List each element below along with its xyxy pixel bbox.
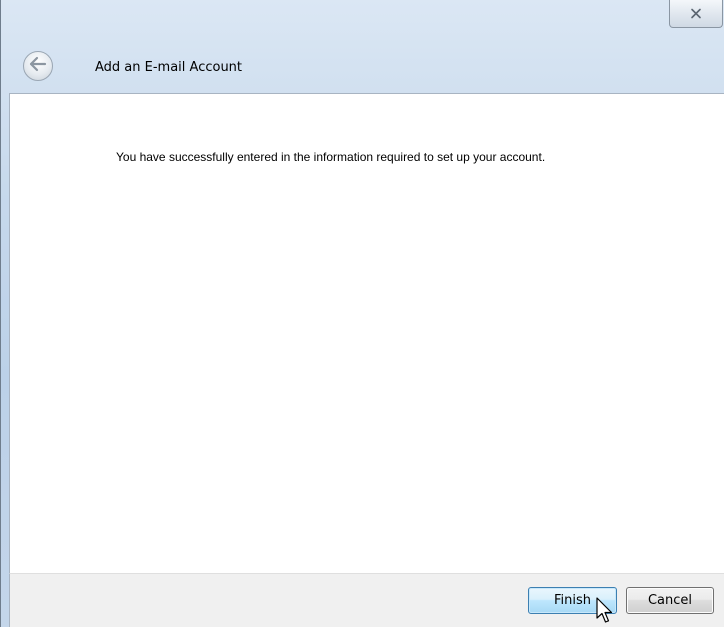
add-email-account-dialog: Add an E-mail Account You have successfu… <box>0 0 724 627</box>
finish-button[interactable]: Finish <box>528 587 617 614</box>
success-message: You have successfully entered in the inf… <box>116 150 546 164</box>
cancel-button[interactable]: Cancel <box>626 587 714 614</box>
button-bar: Finish Cancel <box>9 573 724 627</box>
close-icon <box>690 8 702 19</box>
content-panel: You have successfully entered in the inf… <box>9 93 724 573</box>
dialog-title: Add an E-mail Account <box>95 60 243 75</box>
back-arrow-icon <box>29 56 47 76</box>
close-button[interactable] <box>669 0 723 28</box>
back-button[interactable] <box>23 51 53 81</box>
